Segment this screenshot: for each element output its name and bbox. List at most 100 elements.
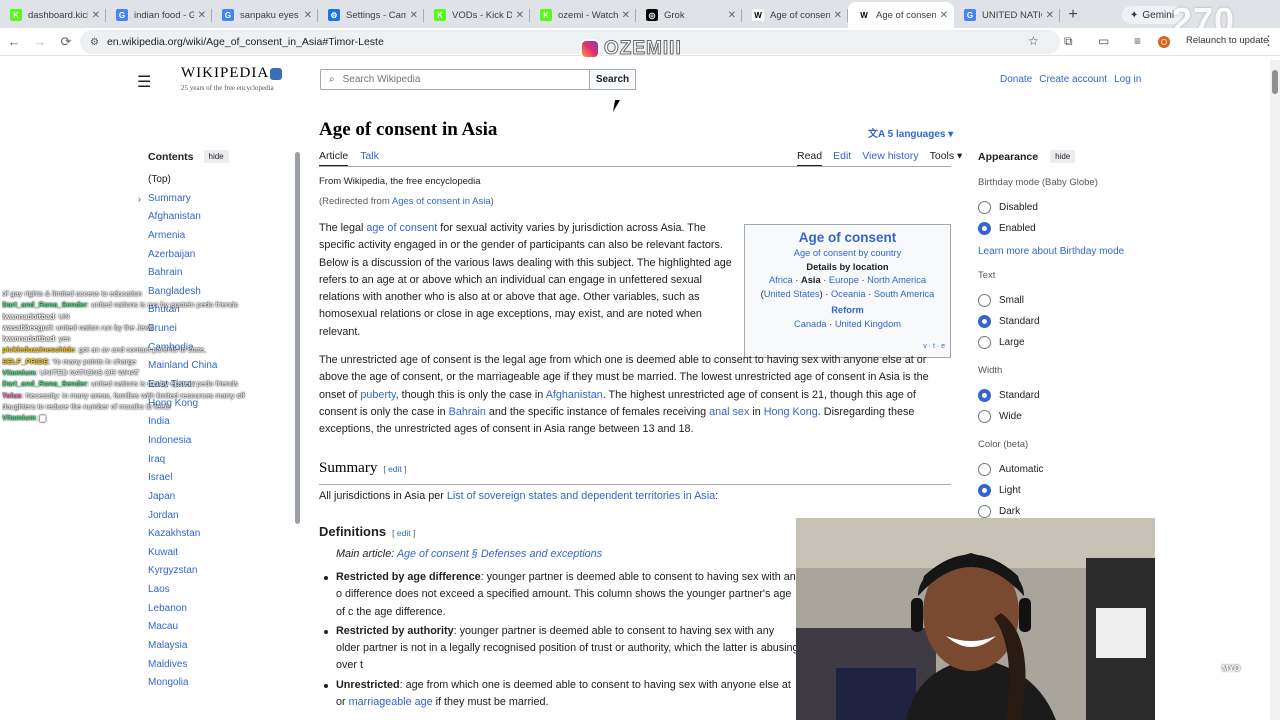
marriageable-age-link[interactable]: marriageable age (349, 696, 433, 708)
summary-edit-link[interactable]: edit (388, 464, 402, 474)
radio-button[interactable] (978, 315, 991, 328)
browser-tab[interactable]: W Age of consent ✕ (742, 2, 848, 28)
radio-button[interactable] (978, 389, 991, 402)
media-icon[interactable]: ≡ (1134, 34, 1141, 48)
radio-button[interactable] (978, 294, 991, 307)
forward-icon[interactable]: → (28, 30, 52, 54)
page-scrollbar[interactable] (1270, 60, 1280, 720)
chevron-right-icon[interactable]: › (138, 190, 141, 209)
puberty-link[interactable]: puberty (360, 389, 395, 401)
toc-item[interactable]: Macau (148, 618, 298, 637)
close-tab-icon[interactable]: ✕ (198, 10, 206, 21)
definitions-edit-link[interactable]: edit (397, 528, 411, 538)
main-article-link[interactable]: Age of consent § Defenses and exceptions (397, 548, 602, 560)
toc-item[interactable]: Bahrain (148, 264, 298, 283)
radio-standard-width[interactable]: Standard (978, 389, 1040, 402)
log-in-link[interactable]: Log in (1114, 74, 1141, 85)
browser-tab[interactable]: Gindian food - Go ✕ (106, 2, 212, 28)
site-info-icon[interactable]: ⚙ (90, 37, 99, 48)
close-tab-icon[interactable]: ✕ (940, 10, 948, 21)
toc-item[interactable]: Lebanon (148, 600, 298, 619)
cast-icon[interactable]: ▭ (1098, 34, 1109, 48)
infobox-oceania[interactable]: Oceania (831, 289, 866, 299)
infobox-reform[interactable]: Reform (831, 305, 864, 315)
browser-tab[interactable]: K VODs - Kick Das ✕ (424, 2, 530, 28)
redirect-link[interactable]: Ages of consent in Asia (392, 196, 491, 207)
tab-article[interactable]: Article (319, 150, 349, 167)
infobox-africa[interactable]: Africa (769, 275, 793, 285)
toc-item[interactable]: (Top) (148, 171, 298, 190)
toc-item[interactable]: Indonesia (148, 432, 298, 451)
toc-item[interactable]: Japan (148, 488, 298, 507)
tab-view-history[interactable]: View history (862, 150, 918, 167)
search-input[interactable]: ⌕ Search Wikipedia (320, 69, 590, 90)
toc-item[interactable]: Armenia (148, 227, 298, 246)
profile-avatar[interactable]: O (1158, 36, 1170, 48)
reload-icon[interactable]: ⟳ (54, 30, 78, 54)
bookmark-star-icon[interactable]: ☆ (1028, 34, 1039, 48)
infobox-by-country-link[interactable]: Age of consent by country (794, 248, 902, 258)
tab-read[interactable]: Read (797, 150, 823, 167)
close-tab-icon[interactable]: ✕ (622, 10, 630, 21)
radio-button[interactable] (978, 463, 991, 476)
radio-disabled[interactable]: Disabled (978, 201, 1038, 214)
toc-item[interactable]: Laos (148, 581, 298, 600)
toc-item[interactable]: Maldives (148, 656, 298, 675)
radio-button[interactable] (978, 410, 991, 423)
wikipedia-logo[interactable]: WIKIPEDIA 25 years of the free encyclope… (181, 65, 283, 92)
menu-kebab-icon[interactable]: ⋮ (1262, 33, 1275, 49)
toc-item[interactable]: Afghanistan (148, 208, 298, 227)
close-tab-icon[interactable]: ✕ (410, 10, 418, 21)
close-tab-icon[interactable]: ✕ (834, 10, 842, 21)
browser-tab[interactable]: ◎ Grok ✕ (636, 2, 742, 28)
radio-light[interactable]: Light (978, 484, 1021, 497)
radio-button[interactable] (978, 336, 991, 349)
toc-item[interactable]: Jordan (148, 507, 298, 526)
toc-item[interactable]: Kyrgyzstan (148, 562, 298, 581)
toc-item[interactable]: › Summary (138, 190, 298, 209)
appearance-hide-button[interactable]: hide (1050, 150, 1076, 163)
radio-button[interactable] (978, 505, 991, 518)
radio-dark[interactable]: Dark (978, 505, 1020, 518)
create-account-link[interactable]: Create account (1039, 74, 1107, 85)
close-tab-icon[interactable]: ✕ (1046, 10, 1054, 21)
radio-automatic[interactable]: Automatic (978, 463, 1043, 476)
age-of-consent-link[interactable]: age of consent (366, 222, 437, 234)
anal-sex-link[interactable]: anal sex (709, 406, 749, 418)
toc-item[interactable]: Malaysia (148, 637, 298, 656)
main-menu-icon[interactable]: ☰ (137, 72, 151, 92)
hong-kong-link[interactable]: Hong Kong (764, 406, 818, 418)
infobox-south-america[interactable]: South America (874, 289, 934, 299)
address-bar[interactable]: ⚙ en.wikipedia.org/wiki/Age_of_consent_i… (80, 30, 1060, 54)
radio-button[interactable] (978, 222, 991, 235)
sovereign-states-link[interactable]: List of sovereign states and dependent t… (447, 490, 715, 502)
radio-large[interactable]: Large (978, 336, 1025, 349)
toc-item[interactable]: Mongolia (148, 674, 298, 693)
search-button[interactable]: Search (589, 69, 636, 90)
browser-tab[interactable]: W Age of consent ✕ (848, 2, 954, 28)
infobox-canada[interactable]: Canada (794, 319, 827, 329)
radio-standard-text[interactable]: Standard (978, 315, 1040, 328)
extensions-icon[interactable]: ⧉ (1064, 34, 1073, 49)
toc-scrollbar[interactable] (295, 152, 300, 524)
radio-small[interactable]: Small (978, 294, 1024, 307)
close-tab-icon[interactable]: ✕ (304, 10, 312, 21)
tools-menu[interactable]: Tools ▾ (930, 150, 963, 167)
learn-more-birthday-link[interactable]: Learn more about Birthday mode (978, 246, 1124, 257)
close-tab-icon[interactable]: ✕ (516, 10, 524, 21)
radio-button[interactable] (978, 201, 991, 214)
afghanistan-link[interactable]: Afghanistan (546, 389, 603, 401)
toc-item[interactable]: Kazakhstan (148, 525, 298, 544)
toc-item[interactable]: Iraq (148, 451, 298, 470)
toc-item[interactable]: Azerbaijan (148, 246, 298, 265)
close-tab-icon[interactable]: ✕ (728, 10, 736, 21)
back-icon[interactable]: ← (2, 30, 26, 54)
languages-button[interactable]: 文A 5 languages ▾ (868, 125, 953, 140)
radio-wide[interactable]: Wide (978, 410, 1022, 423)
browser-tab[interactable]: Kdashboard.kick.c ✕ (0, 2, 106, 28)
infobox-europe[interactable]: Europe (829, 275, 859, 285)
browser-tab[interactable]: G UNITED NATION ✕ (954, 2, 1060, 28)
tab-talk[interactable]: Talk (360, 150, 379, 167)
donate-link[interactable]: Donate (1000, 74, 1032, 85)
relaunch-button[interactable]: Relaunch to update (1186, 35, 1268, 46)
